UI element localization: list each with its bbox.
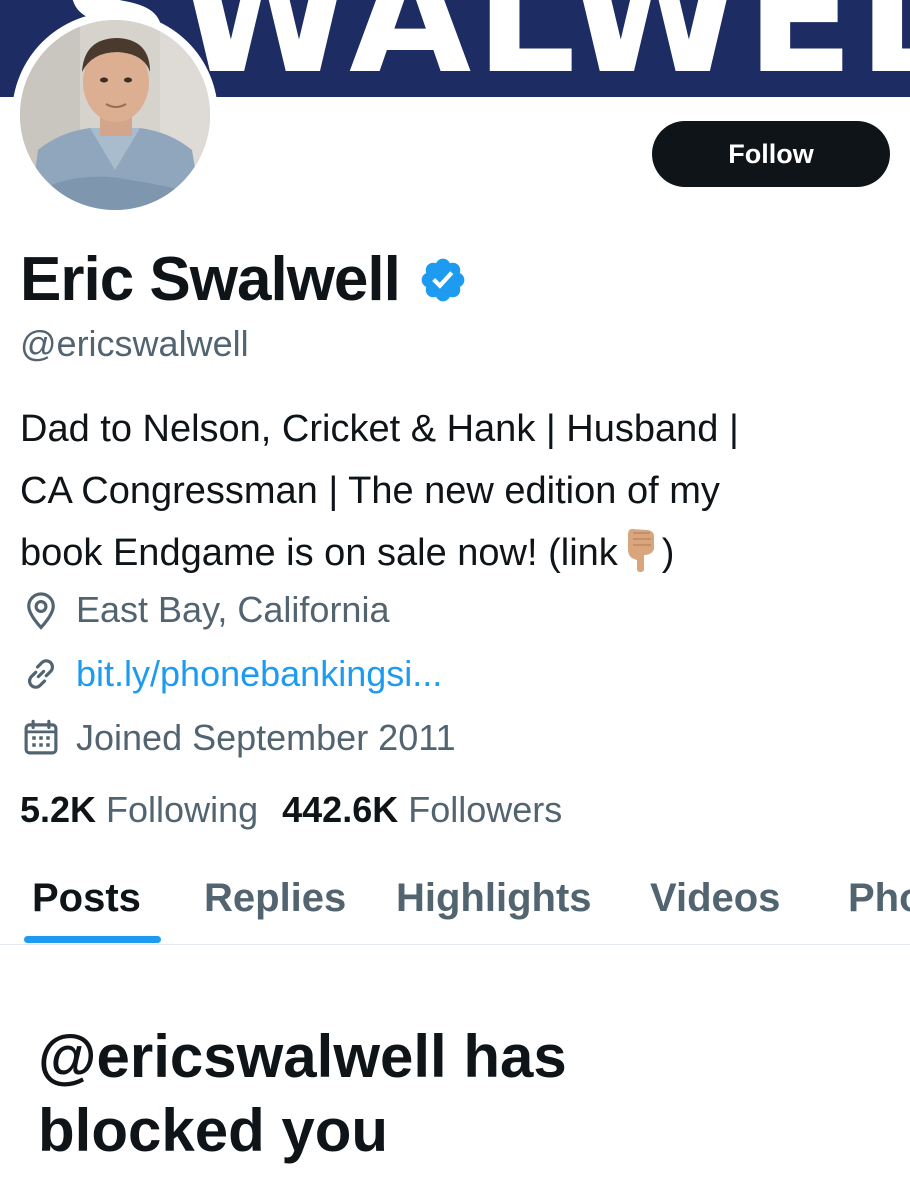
website-row[interactable]: bit.ly/phonebankingsi... [20, 652, 442, 696]
avatar-photo [20, 20, 210, 210]
tab-posts[interactable]: Posts [32, 874, 141, 922]
location-text: East Bay, California [76, 589, 390, 630]
following-label: Following [106, 789, 259, 830]
avatar[interactable] [12, 12, 218, 218]
location-row: East Bay, California [20, 588, 389, 632]
profile-handle: @ericswalwell [20, 323, 249, 364]
bio-line: Dad to Nelson, Cricket & Hank | Husband … [20, 408, 739, 450]
tab-videos[interactable]: Videos [650, 874, 780, 922]
profile-tabs: Posts Replies Highlights Videos Photos [0, 860, 910, 945]
blocked-message-line: @ericswalwell has [38, 1023, 567, 1090]
location-pin-icon [27, 592, 55, 630]
joined-row: Joined September 2011 [20, 716, 456, 760]
followers-label: Followers [408, 789, 563, 830]
followers-stat[interactable]: 442.6K Followers [282, 786, 562, 834]
profile-name-row: Eric Swalwell [20, 244, 468, 316]
pointing-down-hand-icon [627, 529, 654, 572]
followers-count: 442.6K [282, 789, 399, 830]
bio-line-with-emoji: book Endgame is on sale now! (link ) [20, 522, 900, 584]
bio-line-text: book Endgame is on sale now! (link [20, 532, 618, 574]
following-stat[interactable]: 5.2K Following [20, 786, 258, 834]
follow-stats: 5.2K Following 442.6K Followers [20, 786, 586, 834]
profile-bio: Dad to Nelson, Cricket & Hank | Husband … [20, 398, 900, 584]
blocked-message-line: blocked you [38, 1097, 389, 1164]
tab-replies[interactable]: Replies [204, 874, 346, 922]
follow-button[interactable]: Follow [652, 121, 890, 187]
blocked-message: @ericswalwell has blocked you [38, 1020, 898, 1168]
website-link[interactable]: bit.ly/phonebankingsi... [76, 652, 442, 696]
verified-badge-icon[interactable] [418, 255, 468, 305]
calendar-icon [24, 719, 58, 755]
active-tab-indicator [24, 936, 161, 943]
link-icon [28, 659, 54, 689]
display-name: Eric Swalwell [20, 245, 401, 314]
tab-highlights[interactable]: Highlights [396, 874, 592, 922]
bio-line-close: ) [661, 532, 675, 574]
tab-photos[interactable]: Photos [848, 874, 910, 922]
joined-text: Joined September 2011 [76, 717, 456, 758]
following-count: 5.2K [20, 789, 97, 830]
bio-line: CA Congressman | The new edition of my [20, 470, 720, 512]
